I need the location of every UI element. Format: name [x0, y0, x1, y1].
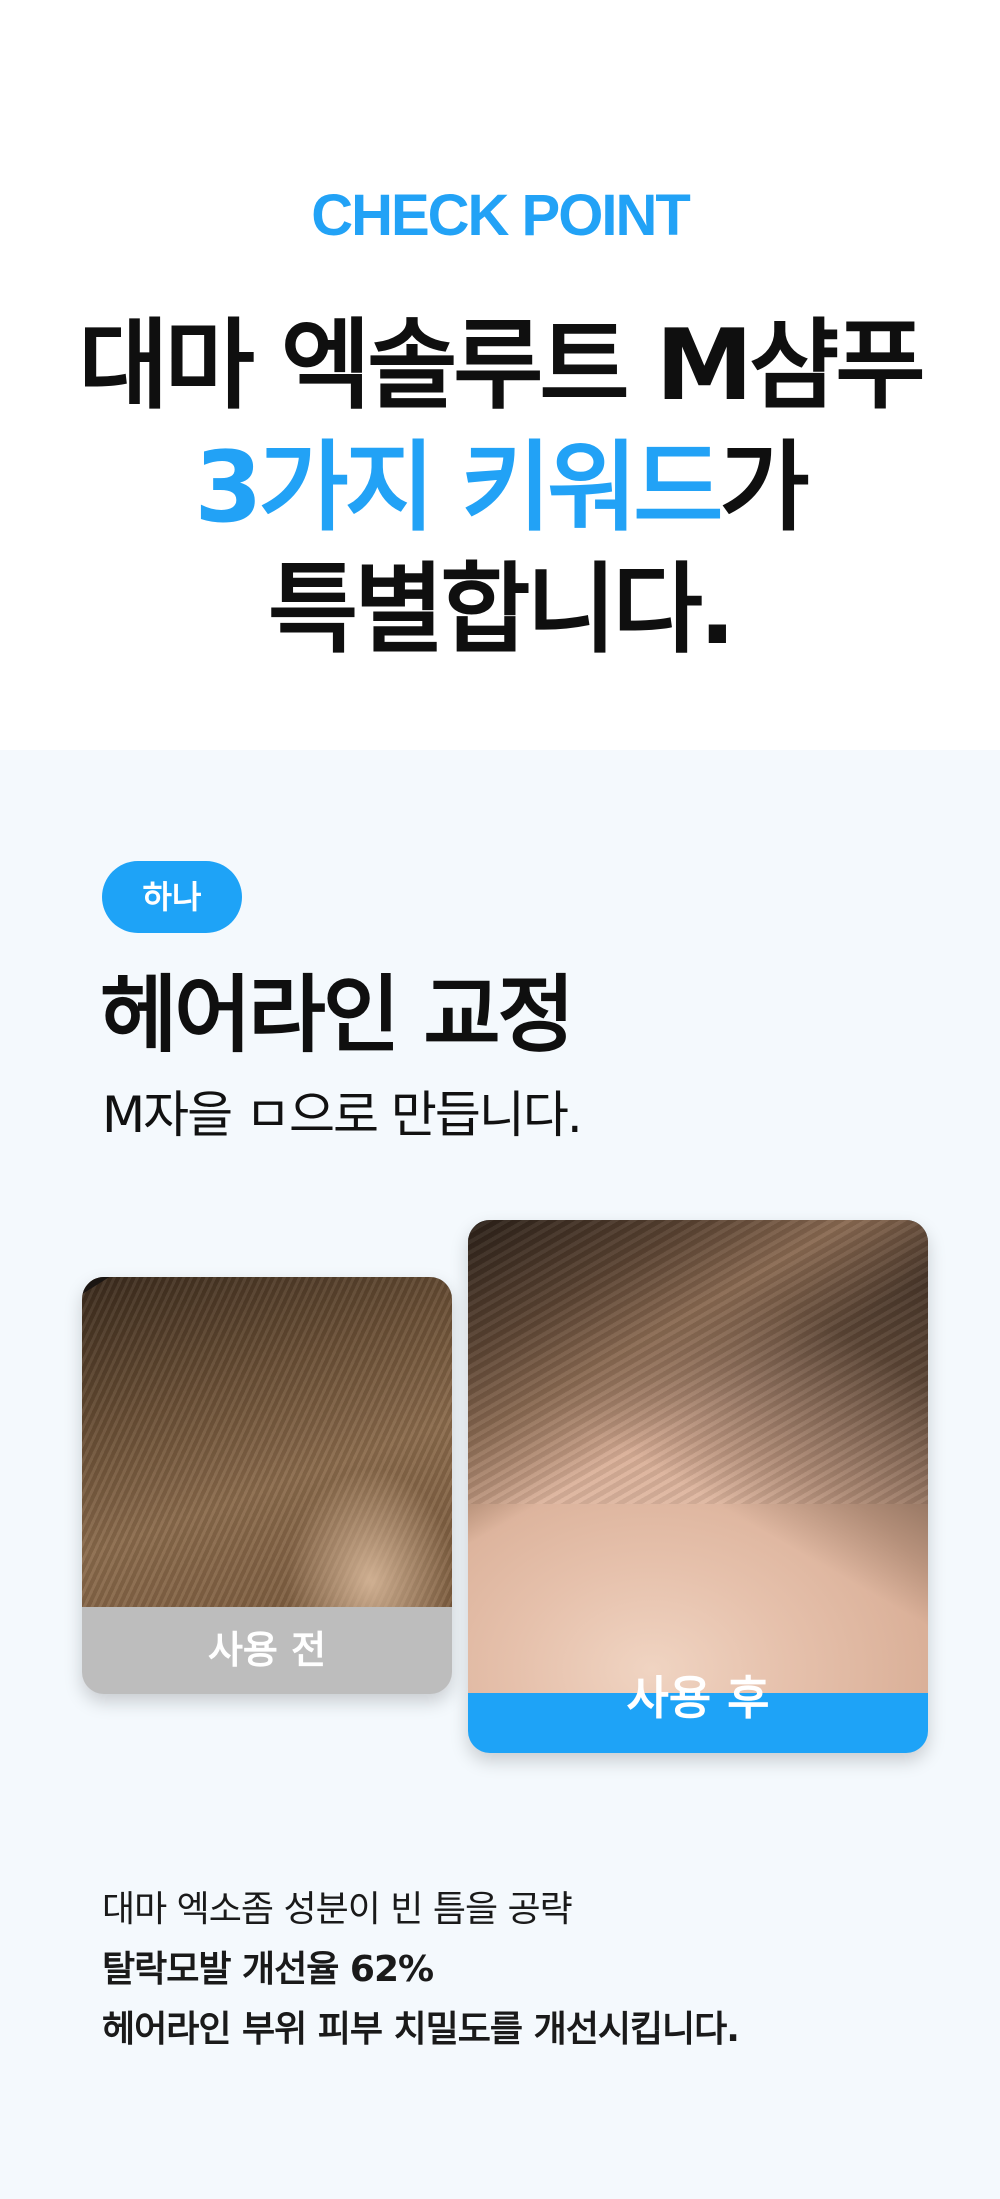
check-point-label: CHECK POINT: [311, 183, 691, 248]
desc-line-1: 대마 엑소좀 성분이 빈 틈을 공략: [102, 1889, 573, 1930]
point-number-badge: 하나: [102, 861, 242, 933]
page-headline: 대마 엑솔루트 M샴푸 3가지 키워드가 특별합니다.: [0, 305, 1000, 671]
before-photo-card: 사용 전: [82, 1277, 452, 1694]
after-photo: [468, 1220, 928, 1693]
after-label: 사용 후: [626, 1671, 770, 1725]
headline-section: CHECK POINT 대마 엑솔루트 M샴푸 3가지 키워드가 특별합니다.: [0, 0, 1000, 750]
headline-line-2-rest: 가: [719, 431, 809, 545]
before-photo: [82, 1277, 452, 1607]
after-photo-card: 사용 후: [468, 1220, 928, 1753]
headline-line-1: 대마 엑솔루트 M샴푸: [78, 309, 925, 423]
comb-shape: [82, 1277, 237, 1304]
before-label: 사용 전: [207, 1628, 327, 1672]
headline-line-2: 3가지 키워드가: [0, 427, 1000, 549]
point-subtitle: M자을 ㅁ으로 만듭니다.: [102, 1086, 583, 1144]
headline-accent: 3가지 키워드: [194, 431, 723, 545]
desc-line-2: 탈락모발 개선율 62%: [102, 1949, 434, 1990]
desc-line-3: 헤어라인 부위 피부 치밀도를 개선시킵니다.: [102, 2009, 740, 2050]
point-title: 헤어라인 교정: [100, 966, 575, 1064]
point-section: 하나 헤어라인 교정 M자을 ㅁ으로 만듭니다. 사용 전 사용 후 대마 엑소…: [0, 750, 1000, 2199]
point-description: 대마 엑소좀 성분이 빈 틈을 공략 탈락모발 개선율 62% 헤어라인 부위 …: [102, 1880, 740, 2060]
headline-line-3: 특별합니다.: [267, 553, 736, 667]
hair-texture: [468, 1220, 928, 1504]
